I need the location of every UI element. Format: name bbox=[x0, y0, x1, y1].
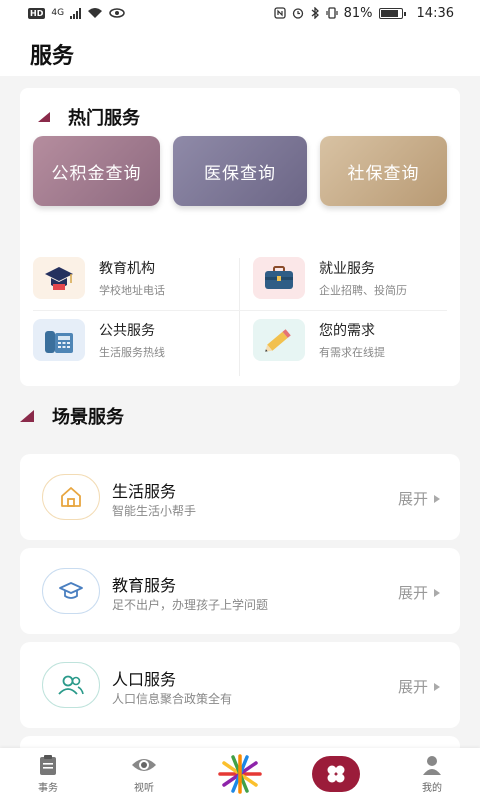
public-services-item[interactable]: 公共服务 生活服务热线 bbox=[33, 312, 233, 368]
card-title: 人口服务 bbox=[112, 670, 177, 689]
nav-media[interactable]: 视听 bbox=[104, 748, 184, 800]
divider bbox=[239, 258, 240, 376]
alarm-icon bbox=[292, 8, 303, 19]
bluetooth-icon bbox=[311, 7, 319, 19]
divider bbox=[33, 310, 447, 311]
battery-icon bbox=[378, 7, 406, 19]
signal-icon bbox=[70, 7, 82, 19]
telephone-icon bbox=[33, 319, 85, 361]
card-subtitle: 人口信息聚合政策全有 bbox=[112, 692, 233, 706]
graduation-cap-icon bbox=[42, 568, 100, 614]
nav-label: 事务 bbox=[38, 783, 58, 794]
social-security-query-button[interactable]: 社保查询 bbox=[320, 136, 447, 206]
item-subtitle: 学校地址电话 bbox=[99, 284, 165, 297]
eye-status-icon bbox=[109, 8, 125, 18]
item-title: 就业服务 bbox=[319, 261, 375, 277]
item-title: 教育机构 bbox=[99, 261, 155, 277]
network-type: 4G bbox=[51, 8, 65, 18]
nav-mine[interactable]: 我的 bbox=[392, 748, 472, 800]
housing-fund-query-button[interactable]: 公积金查询 bbox=[33, 136, 160, 206]
medical-insurance-query-button[interactable]: 医保查询 bbox=[173, 136, 307, 206]
nav-label: 视听 bbox=[134, 783, 154, 794]
page-title: 服务 bbox=[30, 44, 75, 69]
battery-percent: 81% bbox=[343, 5, 373, 21]
expand-button[interactable]: 展开 bbox=[398, 676, 440, 697]
section-flag-icon bbox=[20, 410, 34, 422]
item-title: 您的需求 bbox=[319, 323, 375, 339]
home-icon bbox=[42, 474, 100, 520]
section-flag-icon bbox=[38, 112, 50, 122]
nav-services[interactable] bbox=[296, 748, 376, 800]
bottom-nav: 事务 视听 我的 bbox=[0, 748, 480, 800]
header: 服务 bbox=[0, 26, 480, 76]
card-subtitle: 智能生活小帮手 bbox=[112, 504, 197, 518]
vibrate-icon bbox=[326, 7, 338, 19]
user-icon bbox=[423, 756, 441, 775]
people-icon bbox=[42, 662, 100, 708]
item-subtitle: 企业招聘、投简历 bbox=[319, 284, 407, 297]
briefcase-icon bbox=[253, 257, 305, 299]
triangle-right-icon bbox=[434, 494, 440, 503]
nav-label: 我的 bbox=[422, 783, 442, 794]
expand-label: 展开 bbox=[397, 678, 428, 696]
card-subtitle: 足不出户，办理孩子上学问题 bbox=[112, 598, 269, 612]
triangle-right-icon bbox=[434, 588, 440, 597]
nav-home-logo[interactable] bbox=[200, 748, 280, 800]
item-subtitle: 有需求在线提 bbox=[319, 346, 385, 359]
hd-icon: HD bbox=[28, 7, 46, 19]
expand-button[interactable]: 展开 bbox=[398, 582, 440, 603]
item-subtitle: 生活服务热线 bbox=[99, 346, 165, 359]
expand-label: 展开 bbox=[397, 490, 428, 508]
expand-button[interactable]: 展开 bbox=[398, 488, 440, 509]
population-services-card[interactable]: 人口服务 人口信息聚合政策全有 展开 bbox=[20, 642, 460, 728]
status-bar: HD 4G 81% 14:36 bbox=[0, 0, 480, 26]
employment-services-item[interactable]: 就业服务 企业招聘、投简历 bbox=[253, 250, 453, 306]
expand-label: 展开 bbox=[397, 584, 428, 602]
graduation-cap-icon bbox=[33, 257, 85, 299]
nav-affairs[interactable]: 事务 bbox=[8, 748, 88, 800]
education-institutions-item[interactable]: 教育机构 学校地址电话 bbox=[33, 250, 233, 306]
card-title: 生活服务 bbox=[112, 482, 177, 501]
hot-services-title: 热门服务 bbox=[68, 108, 140, 129]
scene-services-title: 场景服务 bbox=[52, 407, 124, 428]
wifi-icon bbox=[88, 8, 103, 18]
logo-star-icon bbox=[218, 754, 262, 794]
hot-services-heading: 热门服务 bbox=[38, 104, 140, 130]
scene-services-heading: 场景服务 bbox=[20, 403, 124, 429]
life-services-card[interactable]: 生活服务 智能生活小帮手 展开 bbox=[20, 454, 460, 540]
clipboard-icon bbox=[40, 755, 56, 775]
services-clover-icon bbox=[312, 756, 360, 792]
triangle-right-icon bbox=[434, 682, 440, 691]
card-title: 教育服务 bbox=[112, 576, 177, 595]
eye-icon bbox=[132, 759, 156, 771]
your-needs-item[interactable]: 您的需求 有需求在线提 bbox=[253, 312, 453, 368]
hot-services-card: 热门服务 公积金查询 医保查询 社保查询 教育机构 学校地址电话 就业服务 企业… bbox=[20, 88, 460, 386]
pencil-icon bbox=[253, 319, 305, 361]
nfc-icon bbox=[273, 7, 286, 19]
education-services-card[interactable]: 教育服务 足不出户，办理孩子上学问题 展开 bbox=[20, 548, 460, 634]
item-title: 公共服务 bbox=[99, 323, 155, 339]
clock: 14:36 bbox=[416, 5, 454, 21]
